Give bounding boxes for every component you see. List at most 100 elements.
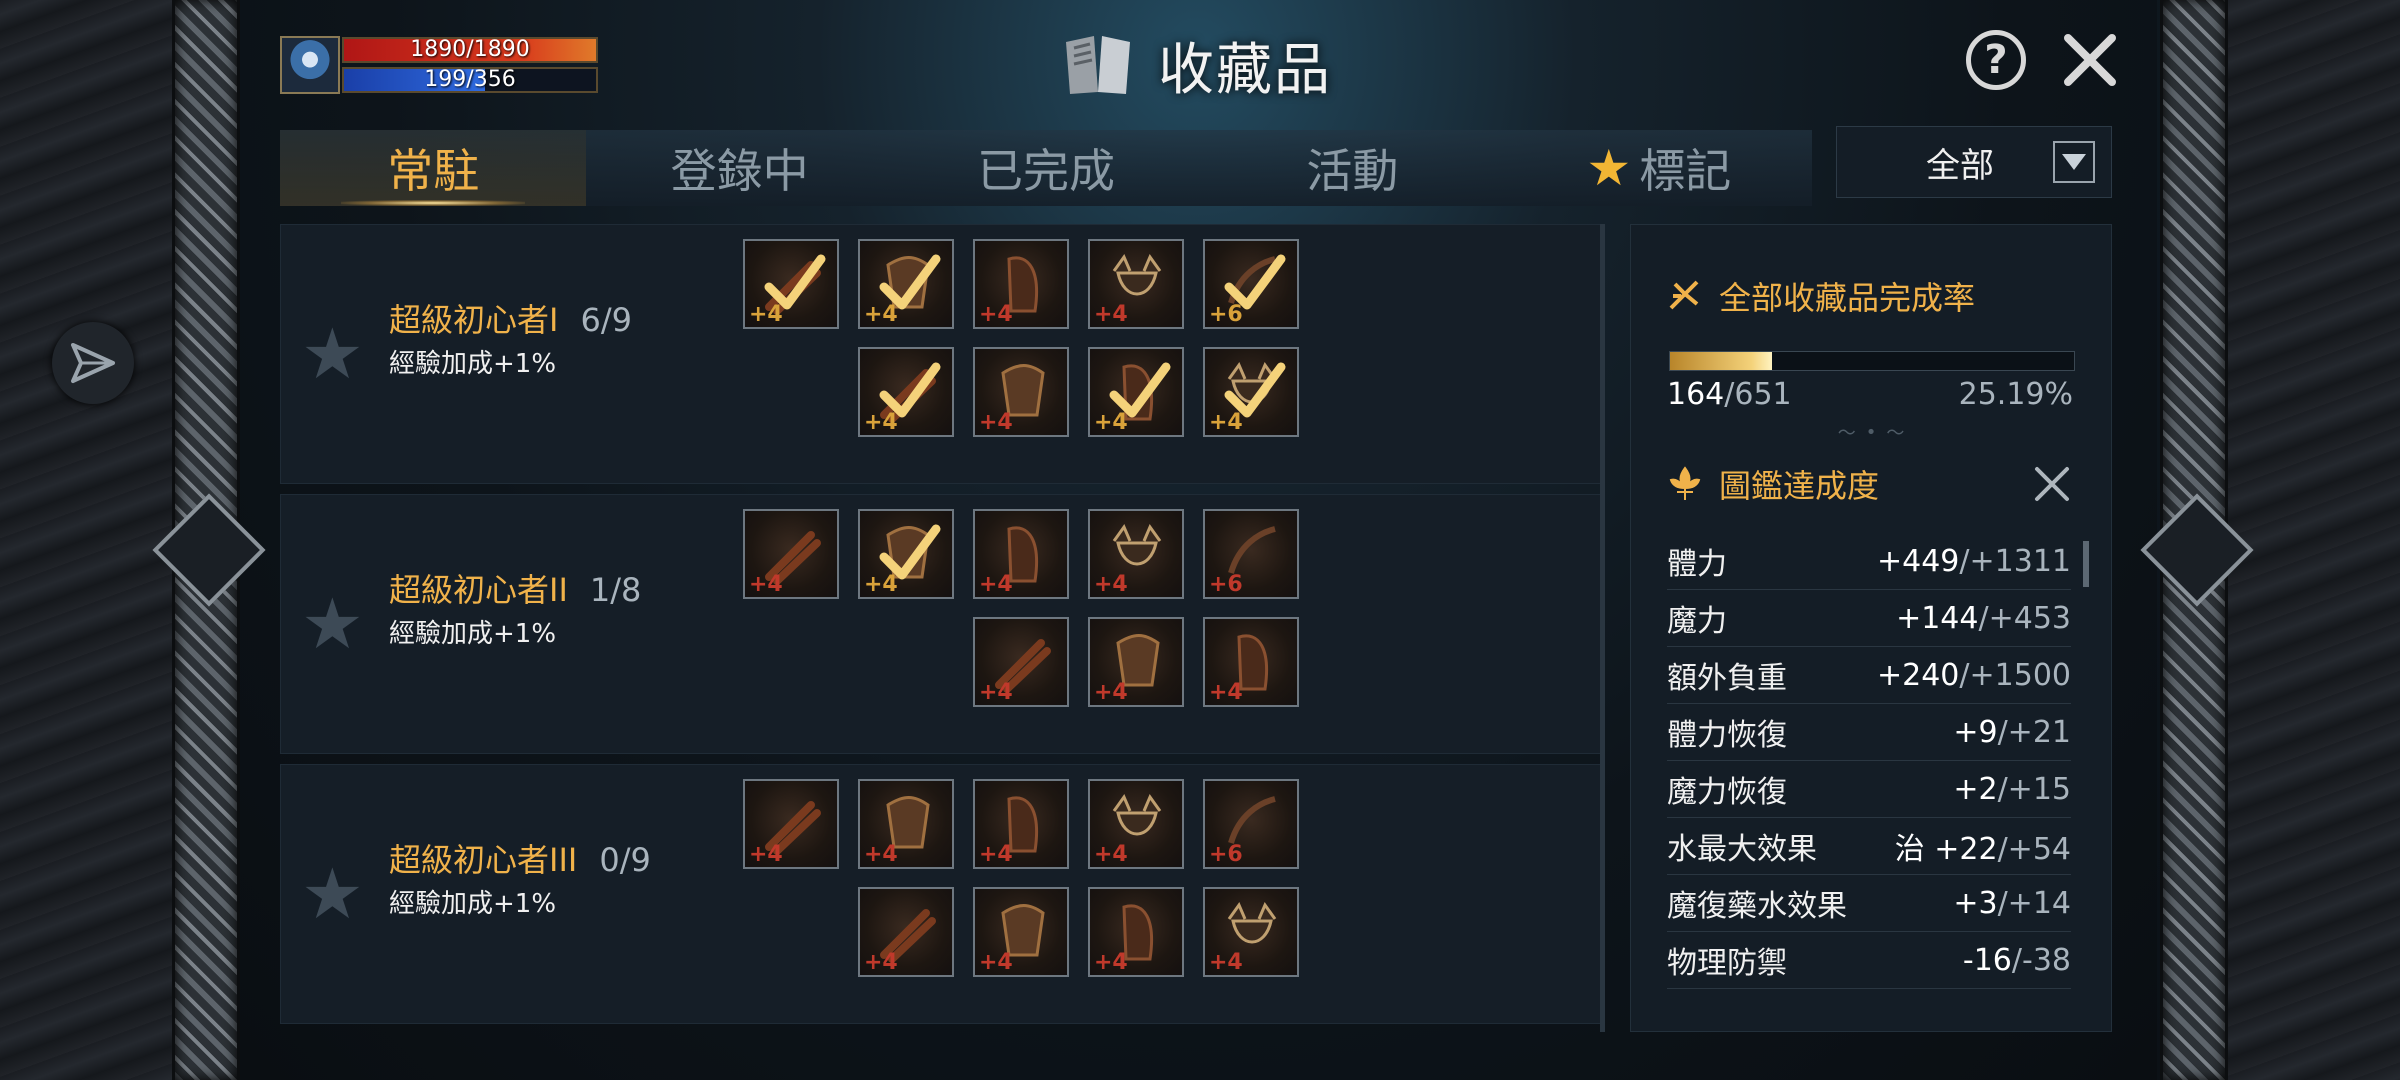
share-button[interactable]	[52, 322, 134, 404]
collection-item-slot[interactable]: +4	[1088, 617, 1184, 707]
enchant-level: +4	[979, 410, 1013, 435]
collection-row[interactable]: ★ 超級初心者III 0/9 經驗加成+1% +4 +4 +4 +4 +6 +4 +4 +4 +4	[280, 764, 1602, 1024]
stat-label: 額外負重	[1667, 661, 1787, 696]
stat-row: 體力恢復 +9/+21	[1667, 704, 2071, 761]
stat-value: +3/+14	[1953, 885, 2071, 921]
collection-item-slot[interactable]: +6	[1203, 239, 1299, 329]
enchant-level: +4	[864, 842, 898, 867]
completion-progress-bar	[1669, 351, 2075, 371]
collection-item-slot[interactable]: +4	[973, 779, 1069, 869]
collection-item-slot[interactable]: +4	[1203, 887, 1299, 977]
enchant-level: +4	[1094, 842, 1128, 867]
avatar[interactable]	[280, 36, 340, 94]
list-scrollbar[interactable]	[1600, 224, 1605, 1032]
stat-row: 魔復藥水效果 +3/+14	[1667, 875, 2071, 932]
stat-value: 治 +22/+54	[1894, 832, 2071, 867]
close-button[interactable]	[2058, 28, 2122, 92]
collection-item-slot[interactable]: +4	[1203, 347, 1299, 437]
stat-label: 體力	[1667, 547, 1727, 582]
favorite-star-icon[interactable]: ★	[301, 319, 371, 389]
collection-name: 超級初心者III 0/9	[389, 841, 651, 879]
enchant-level: +4	[979, 842, 1013, 867]
enchant-level: +4	[864, 302, 898, 327]
collection-row[interactable]: ★ 超級初心者I 6/9 經驗加成+1% +4 +4 +4 +4 +6 +4 +4 +4 +4	[280, 224, 1602, 484]
collection-item-slot[interactable]: +6	[1203, 779, 1299, 869]
page-title: 收藏品	[1158, 37, 1332, 103]
collection-item-slot[interactable]: +4	[973, 347, 1069, 437]
enchant-level: +4	[979, 950, 1013, 975]
enchant-level: +4	[749, 842, 783, 867]
question-icon: ?	[1984, 37, 2008, 83]
tab-registering[interactable]: 登錄中	[586, 130, 892, 206]
collection-item-slot[interactable]: +4	[1088, 239, 1184, 329]
completion-count: 164/651	[1667, 377, 1792, 412]
enchant-level: +4	[864, 410, 898, 435]
divider: ～ • ～	[1837, 421, 1905, 445]
collection-item-slot[interactable]: +4	[858, 347, 954, 437]
page-header: 收藏品	[1060, 30, 1332, 103]
enchant-level: +4	[749, 302, 783, 327]
tab-resident[interactable]: 常駐	[280, 130, 587, 206]
stat-label: 物理防禦	[1667, 946, 1787, 981]
emblem-icon	[1669, 280, 1699, 310]
stat-value: -16/-38	[1962, 942, 2071, 978]
enchant-level: +4	[979, 302, 1013, 327]
enchant-level: +4	[864, 572, 898, 597]
stat-label: 體力恢復	[1667, 718, 1787, 753]
stat-value: +9/+21	[1953, 714, 2071, 750]
collection-row[interactable]: ★ 超級初心者II 1/8 經驗加成+1% +4 +4 +4 +4 +6 +4 +4 +4	[280, 494, 1602, 754]
ornamental-rail-right	[2140, 0, 2254, 1080]
enchant-level: +4	[749, 572, 783, 597]
favorite-star-icon[interactable]: ★	[301, 859, 371, 929]
enchant-level: +4	[1094, 410, 1128, 435]
tab-event[interactable]: 活動	[1199, 130, 1505, 206]
collection-item-slot[interactable]: +4	[973, 617, 1069, 707]
collection-item-slot[interactable]: +4	[858, 779, 954, 869]
stat-value: +2/+15	[1953, 771, 2071, 807]
collection-name: 超級初心者II 1/8	[389, 571, 642, 609]
stat-row: 物理防禦 -16/-38	[1667, 932, 2071, 989]
collection-item-slot[interactable]: +4	[858, 509, 954, 599]
stat-label: 水最大效果	[1667, 832, 1817, 867]
help-button[interactable]: ?	[1966, 30, 2026, 90]
enchant-level: +4	[1094, 572, 1128, 597]
filter-dropdown[interactable]: 全部	[1836, 126, 2112, 198]
tab-marked[interactable]: ★ 標記	[1506, 130, 1812, 206]
favorite-star-icon[interactable]: ★	[301, 589, 371, 659]
collection-item-slot[interactable]: +4	[973, 239, 1069, 329]
collection-item-slot[interactable]: +4	[1203, 617, 1299, 707]
stats-scrollbar[interactable]	[2083, 541, 2089, 587]
stat-row: 魔力 +144/+453	[1667, 590, 2071, 647]
collection-item-slot[interactable]: +4	[973, 509, 1069, 599]
completion-percent: 25.19%	[1958, 377, 2073, 412]
collection-item-slot[interactable]: +4	[1088, 347, 1184, 437]
collection-item-slot[interactable]: +6	[1203, 509, 1299, 599]
stat-label: 魔力	[1667, 604, 1727, 639]
stats-panel: 全部收藏品完成率 164/651 25.19% ～ • ～ 圖鑑達成度 體力 +449…	[1630, 224, 2112, 1032]
collection-item-slot[interactable]: +4	[1088, 779, 1184, 869]
player-status: 1890/1890 199/356	[280, 36, 600, 96]
stat-value: +144/+453	[1896, 600, 2071, 636]
collection-item-slot[interactable]: +4	[1088, 887, 1184, 977]
completion-header: 全部收藏品完成率	[1667, 273, 1975, 319]
collection-item-slot[interactable]: +4	[743, 239, 839, 329]
enchant-level: +6	[1209, 842, 1243, 867]
collection-item-slot[interactable]: +4	[1088, 509, 1184, 599]
codex-close-button[interactable]	[2031, 463, 2073, 505]
collection-item-slot[interactable]: +4	[858, 239, 954, 329]
stat-label: 魔力恢復	[1667, 775, 1787, 810]
collection-item-slot[interactable]: +4	[973, 887, 1069, 977]
stat-row: 水最大效果 治 +22/+54	[1667, 818, 2071, 875]
enchant-level: +4	[1094, 680, 1128, 705]
stat-label: 魔復藥水效果	[1667, 889, 1847, 924]
tab-completed[interactable]: 已完成	[893, 130, 1199, 206]
collection-item-slot[interactable]: +4	[743, 779, 839, 869]
enchant-level: +4	[979, 572, 1013, 597]
enchant-level: +4	[1209, 410, 1243, 435]
enchant-level: +4	[1094, 302, 1128, 327]
collection-item-slot[interactable]: +4	[743, 509, 839, 599]
hp-bar: 1890/1890	[342, 37, 598, 63]
enchant-level: +4	[1209, 680, 1243, 705]
tab-bar: 常駐 登錄中 已完成 活動 ★ 標記	[280, 130, 1812, 206]
collection-item-slot[interactable]: +4	[858, 887, 954, 977]
